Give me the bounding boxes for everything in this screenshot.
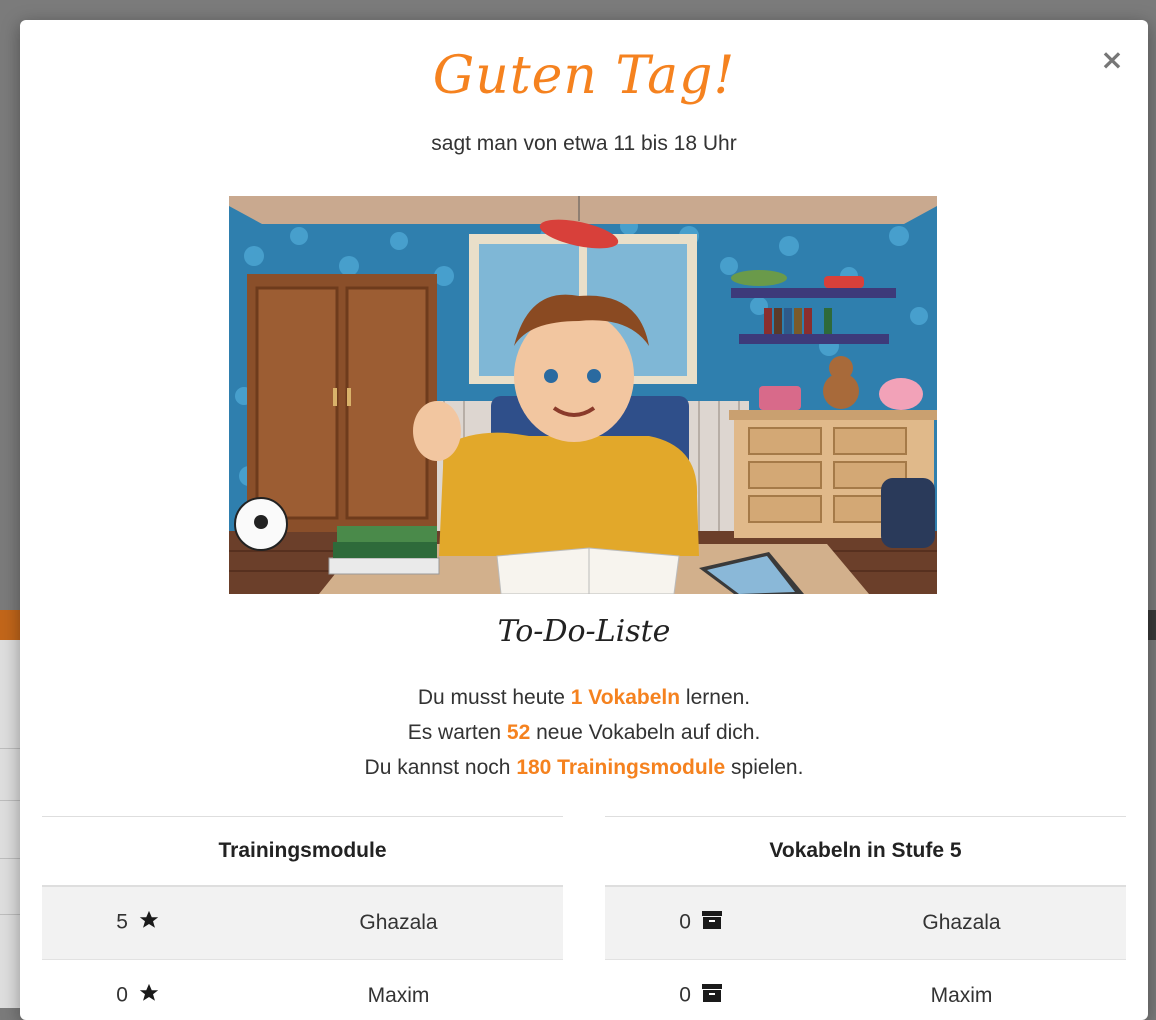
table-row: 0 Ghazala <box>605 886 1126 960</box>
background-page-edge <box>0 640 22 1008</box>
todo-line-learn: Du musst heute 1 Vokabeln lernen. <box>20 680 1148 715</box>
todo-list-text: Du musst heute 1 Vokabeln lernen. Es war… <box>20 680 1148 785</box>
background-accent-bar <box>0 610 22 640</box>
vocab-level5-header: Vokabeln in Stufe 5 <box>605 817 1126 887</box>
greeting-title: Guten Tag! <box>20 46 1148 106</box>
background-divider <box>0 858 22 859</box>
background-divider <box>0 800 22 801</box>
score-cell: 0 <box>42 960 234 1020</box>
todo-highlight-new-count: 52 <box>507 721 530 744</box>
score-value: 0 <box>116 984 128 1007</box>
todo-line-text: spielen. <box>725 756 803 779</box>
table-row: 0 Maxim <box>605 960 1126 1020</box>
archive-box-icon <box>701 910 723 936</box>
vocab-level5-table: Vokabeln in Stufe 5 0 Ghazala 0 <box>605 816 1126 1020</box>
todo-highlight-modules-count: 180 Trainingsmodule <box>516 756 725 779</box>
todo-line-new-vocab: Es warten 52 neue Vokabeln auf dich. <box>20 715 1148 750</box>
user-name-cell: Ghazala <box>797 886 1126 960</box>
training-modules-header: Trainingsmodule <box>42 817 563 887</box>
table-row: 5 Ghazala <box>42 886 563 960</box>
greeting-subtitle: sagt man von etwa 11 bis 18 Uhr <box>20 132 1148 156</box>
greeting-modal: × Guten Tag! sagt man von etwa 11 bis 18… <box>20 20 1148 1020</box>
table-row: 0 Maxim <box>42 960 563 1020</box>
background-divider <box>0 748 22 749</box>
score-cell: 0 <box>605 886 797 960</box>
todo-line-text: Du musst heute <box>418 686 571 709</box>
illustration-kid-room <box>229 196 937 594</box>
todo-line-text: lernen. <box>680 686 750 709</box>
user-name-cell: Maxim <box>234 960 563 1020</box>
star-icon <box>138 909 160 937</box>
todo-line-text: Du kannst noch <box>365 756 517 779</box>
star-icon <box>138 982 160 1010</box>
score-value: 0 <box>679 984 691 1007</box>
todo-highlight-vocab-count: 1 Vokabeln <box>571 686 680 709</box>
todo-line-text: Es warten <box>408 721 507 744</box>
training-modules-table: Trainingsmodule 5 Ghazala 0 <box>42 816 563 1020</box>
archive-box-icon <box>701 983 723 1009</box>
user-name-cell: Ghazala <box>234 886 563 960</box>
score-cell: 5 <box>42 886 234 960</box>
user-name-cell: Maxim <box>797 960 1126 1020</box>
todo-list-heading: To-Do-Liste <box>20 614 1148 649</box>
todo-line-modules: Du kannst noch 180 Trainingsmodule spiel… <box>20 750 1148 785</box>
score-value: 5 <box>116 911 128 934</box>
score-value: 0 <box>679 911 691 934</box>
score-cell: 0 <box>605 960 797 1020</box>
background-divider <box>0 914 22 915</box>
todo-line-text: neue Vokabeln auf dich. <box>530 721 760 744</box>
